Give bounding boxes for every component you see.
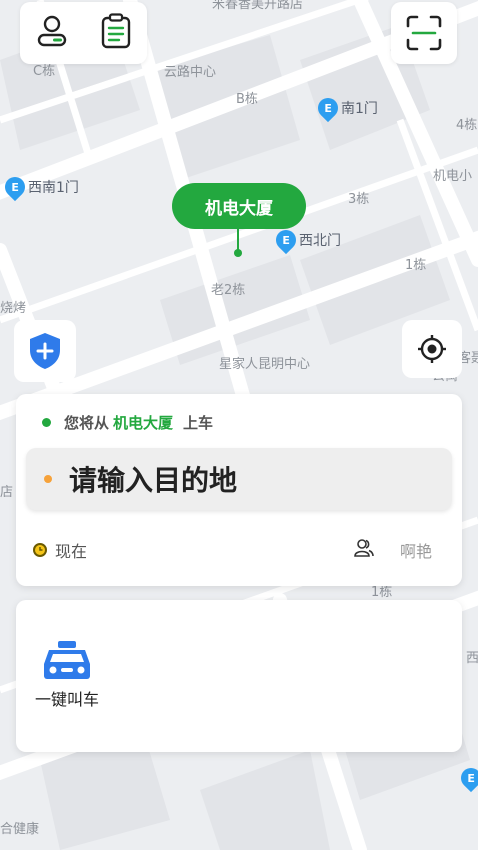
poi-marker[interactable]: E	[456, 763, 478, 793]
locate-button[interactable]	[402, 320, 462, 378]
time-label: 现在	[55, 542, 88, 561]
pickup-marker-stem	[237, 229, 239, 251]
map-label: 星家人昆明中心	[219, 357, 311, 372]
poi-pin-icon: E	[313, 93, 343, 123]
pickup-marker-label[interactable]: 机电大厦	[172, 183, 306, 229]
map-label: 3栋	[348, 192, 370, 207]
clipboard-icon[interactable]	[101, 13, 131, 53]
scan-icon	[406, 15, 442, 51]
poi-marker[interactable]: E 西南1门	[0, 172, 79, 202]
map-label: 机电小	[433, 169, 473, 184]
poi-marker[interactable]: E 西北门	[271, 225, 341, 255]
top-left-actions	[20, 2, 147, 64]
poi-label: 西南1门	[28, 180, 79, 196]
poi-label: 西北门	[299, 233, 341, 249]
pickup-marker-dot	[234, 249, 242, 257]
destination-input[interactable]: 请输入目的地	[26, 448, 452, 510]
map-label: 店	[0, 485, 14, 500]
pickup-dot-icon	[42, 418, 51, 427]
time-selector[interactable]: 现在	[33, 538, 87, 562]
map-label: C栋	[33, 64, 56, 79]
map-label: 西	[466, 651, 478, 666]
pickup-row[interactable]: 您将从 机电大厦 上车	[42, 412, 213, 433]
safety-button[interactable]	[14, 320, 76, 382]
pickup-place: 机电大厦	[113, 414, 174, 432]
destination-dot-icon	[44, 475, 52, 483]
one-tap-taxi-button[interactable]: 一键叫车	[32, 640, 102, 710]
services-card: 一键叫车	[16, 600, 462, 752]
map-label: 合健康	[0, 822, 40, 837]
map-label: 烧烤	[0, 301, 27, 316]
locate-icon	[418, 335, 446, 363]
map-label: 4栋	[456, 118, 478, 133]
passenger-selector[interactable]: 啊艳	[354, 538, 432, 562]
pickup-prefix: 您将从	[64, 414, 110, 432]
user-icon[interactable]	[36, 14, 68, 52]
poi-pin-icon: E	[0, 172, 30, 202]
poi-marker[interactable]: E 南1门	[313, 93, 378, 123]
passenger-icon	[354, 538, 374, 562]
taxi-icon	[44, 641, 90, 679]
poi-pin-icon: E	[271, 225, 301, 255]
poi-label: 南1门	[341, 101, 378, 117]
map-label: 云路中心	[164, 65, 217, 80]
map-label: 1栋	[405, 258, 427, 273]
map-label: 米春香美开路店	[212, 0, 304, 12]
passenger-label: 啊艳	[399, 542, 432, 561]
poi-pin-icon: E	[456, 763, 478, 793]
map-label: 老2栋	[211, 283, 246, 298]
one-tap-taxi-label: 一键叫车	[34, 690, 99, 709]
map-label: B栋	[236, 92, 258, 107]
ride-request-card: 您将从 机电大厦 上车 请输入目的地 现在 啊艳	[16, 394, 462, 586]
pickup-suffix: 上车	[183, 414, 214, 432]
map-label: 1栋	[371, 585, 393, 600]
destination-placeholder: 请输入目的地	[69, 464, 238, 497]
shield-plus-icon	[30, 333, 60, 369]
clock-icon	[33, 543, 47, 557]
scan-button[interactable]	[391, 2, 457, 64]
